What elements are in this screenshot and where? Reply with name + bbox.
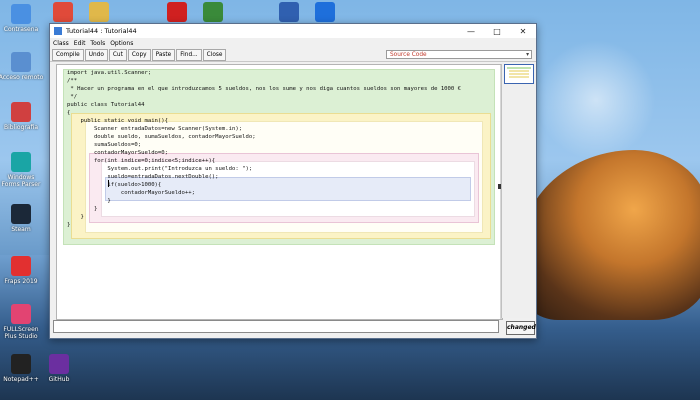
- desktop-shortcut-label: Fraps 2019: [4, 278, 38, 285]
- code-line: contadorMayorSueldo=0;: [67, 150, 169, 156]
- copy-button[interactable]: Copy: [127, 48, 151, 61]
- close-button[interactable]: Close: [202, 48, 227, 61]
- book-icon: [11, 102, 31, 122]
- compile-button[interactable]: Compile: [52, 48, 84, 61]
- bluej-icon: [279, 2, 299, 22]
- code-line: sumaSueldos=0;: [67, 142, 142, 148]
- code-line: }: [67, 214, 84, 220]
- code-line: {: [67, 110, 71, 116]
- code-line: public class Tutorial44: [67, 102, 145, 108]
- paint-icon: [203, 2, 223, 22]
- app-icon: [54, 27, 62, 35]
- folder-shortcut[interactable]: [76, 2, 122, 24]
- dropbox-icon: [315, 2, 335, 22]
- find-button[interactable]: Find...: [176, 48, 202, 61]
- menu-class[interactable]: Class: [53, 40, 69, 47]
- code-line: import java.util.Scanner;: [67, 70, 152, 76]
- desktop-shortcut-label: Windows Forms Parser: [1, 174, 41, 188]
- view-select-value: Source Code: [390, 52, 427, 58]
- desktop-shortcut[interactable]: Fraps 2019: [0, 256, 44, 285]
- menu-tools[interactable]: Tools: [90, 40, 105, 47]
- paste-button[interactable]: Paste: [151, 48, 176, 61]
- navigation-thumbnail[interactable]: [504, 64, 534, 84]
- desktop-shortcut-label: Acceso remoto: [0, 74, 44, 81]
- minimize-icon[interactable]: —: [458, 24, 484, 38]
- close-icon[interactable]: ✕: [510, 24, 536, 38]
- desktop-shortcut[interactable]: Steam: [0, 204, 44, 233]
- code-line: }: [67, 222, 71, 228]
- network-icon: [11, 52, 31, 72]
- editor-window: Tutorial44 : Tutorial44 — □ ✕ Class Edit…: [49, 23, 537, 339]
- desktop-shortcut[interactable]: Contrasena: [0, 4, 44, 33]
- code-line: System.out.print("Introduzca un sueldo: …: [67, 166, 253, 172]
- menu-edit[interactable]: Edit: [74, 40, 86, 47]
- code-line: if(sueldo>1000){: [67, 182, 162, 188]
- code-line: /**: [67, 78, 78, 84]
- github-icon: [49, 354, 69, 374]
- menu-bar: Class Edit Tools Options: [50, 38, 536, 48]
- desktop-rock: [520, 150, 700, 320]
- adobe-icon: [167, 2, 187, 22]
- desktop-glow: [536, 40, 656, 160]
- view-select[interactable]: Source Code ▾: [386, 50, 532, 59]
- gear-icon: [11, 4, 31, 24]
- f-app-icon: [11, 152, 31, 172]
- desktop-shortcut-label: Bibliografia: [3, 124, 38, 131]
- desktop-shortcut[interactable]: GitHub: [36, 354, 82, 383]
- desktop-shortcut-label: Contrasena: [3, 26, 39, 33]
- chrome-icon: [53, 2, 73, 22]
- desktop-shortcut-label: GitHub: [48, 376, 70, 383]
- code-editor[interactable]: import java.util.Scanner; /** * Hacer un …: [56, 64, 503, 320]
- maximize-icon[interactable]: □: [484, 24, 510, 38]
- code-line: for(int indice=0;indice<5;indice++){: [67, 158, 216, 164]
- code-line: Scanner entradaDatos=new Scanner(System.…: [67, 126, 243, 132]
- cut-button[interactable]: Cut: [108, 48, 127, 61]
- desktop-shortcut-label: FULLScreen Plus Studio: [3, 326, 39, 340]
- title-bar[interactable]: Tutorial44 : Tutorial44 — □ ✕: [50, 24, 536, 38]
- message-field[interactable]: [53, 320, 499, 333]
- desktop-shortcut[interactable]: Acceso remoto: [0, 52, 44, 81]
- dropbox-shortcut[interactable]: [302, 2, 348, 24]
- window-title: Tutorial44 : Tutorial44: [66, 27, 137, 35]
- text-cursor: [108, 180, 109, 187]
- fs-icon: [11, 304, 31, 324]
- folder-icon: [89, 2, 109, 22]
- paint-shortcut[interactable]: [190, 2, 236, 24]
- undo-button[interactable]: Undo: [84, 48, 108, 61]
- code-line: double sueldo, sumaSueldos, contadorMayo…: [67, 134, 256, 140]
- code-line: sueldo=entradaDatos.nextDouble();: [67, 174, 219, 180]
- desktop-shortcut[interactable]: Windows Forms Parser: [0, 152, 44, 188]
- steam-icon: [11, 204, 31, 224]
- changed-status-button[interactable]: changed: [506, 321, 536, 335]
- desktop-shortcut[interactable]: Bibliografia: [0, 102, 44, 131]
- code-line: }: [67, 206, 98, 212]
- chevron-down-icon: ▾: [526, 52, 529, 58]
- code-line: }: [67, 198, 111, 204]
- menu-options[interactable]: Options: [110, 40, 133, 47]
- code-line: * Hacer un programa en el que introduzca…: [67, 86, 462, 92]
- fraps-icon: [11, 256, 31, 276]
- code-line: public static void main(){: [67, 118, 169, 124]
- code-line: */: [67, 94, 78, 100]
- desktop-shortcut[interactable]: FULLScreen Plus Studio: [0, 304, 44, 340]
- n-app-icon: [11, 354, 31, 374]
- desktop-shortcut-label: Steam: [11, 226, 31, 233]
- navigation-view[interactable]: [501, 64, 536, 318]
- code-line: contadorMayorSueldo++;: [67, 190, 195, 196]
